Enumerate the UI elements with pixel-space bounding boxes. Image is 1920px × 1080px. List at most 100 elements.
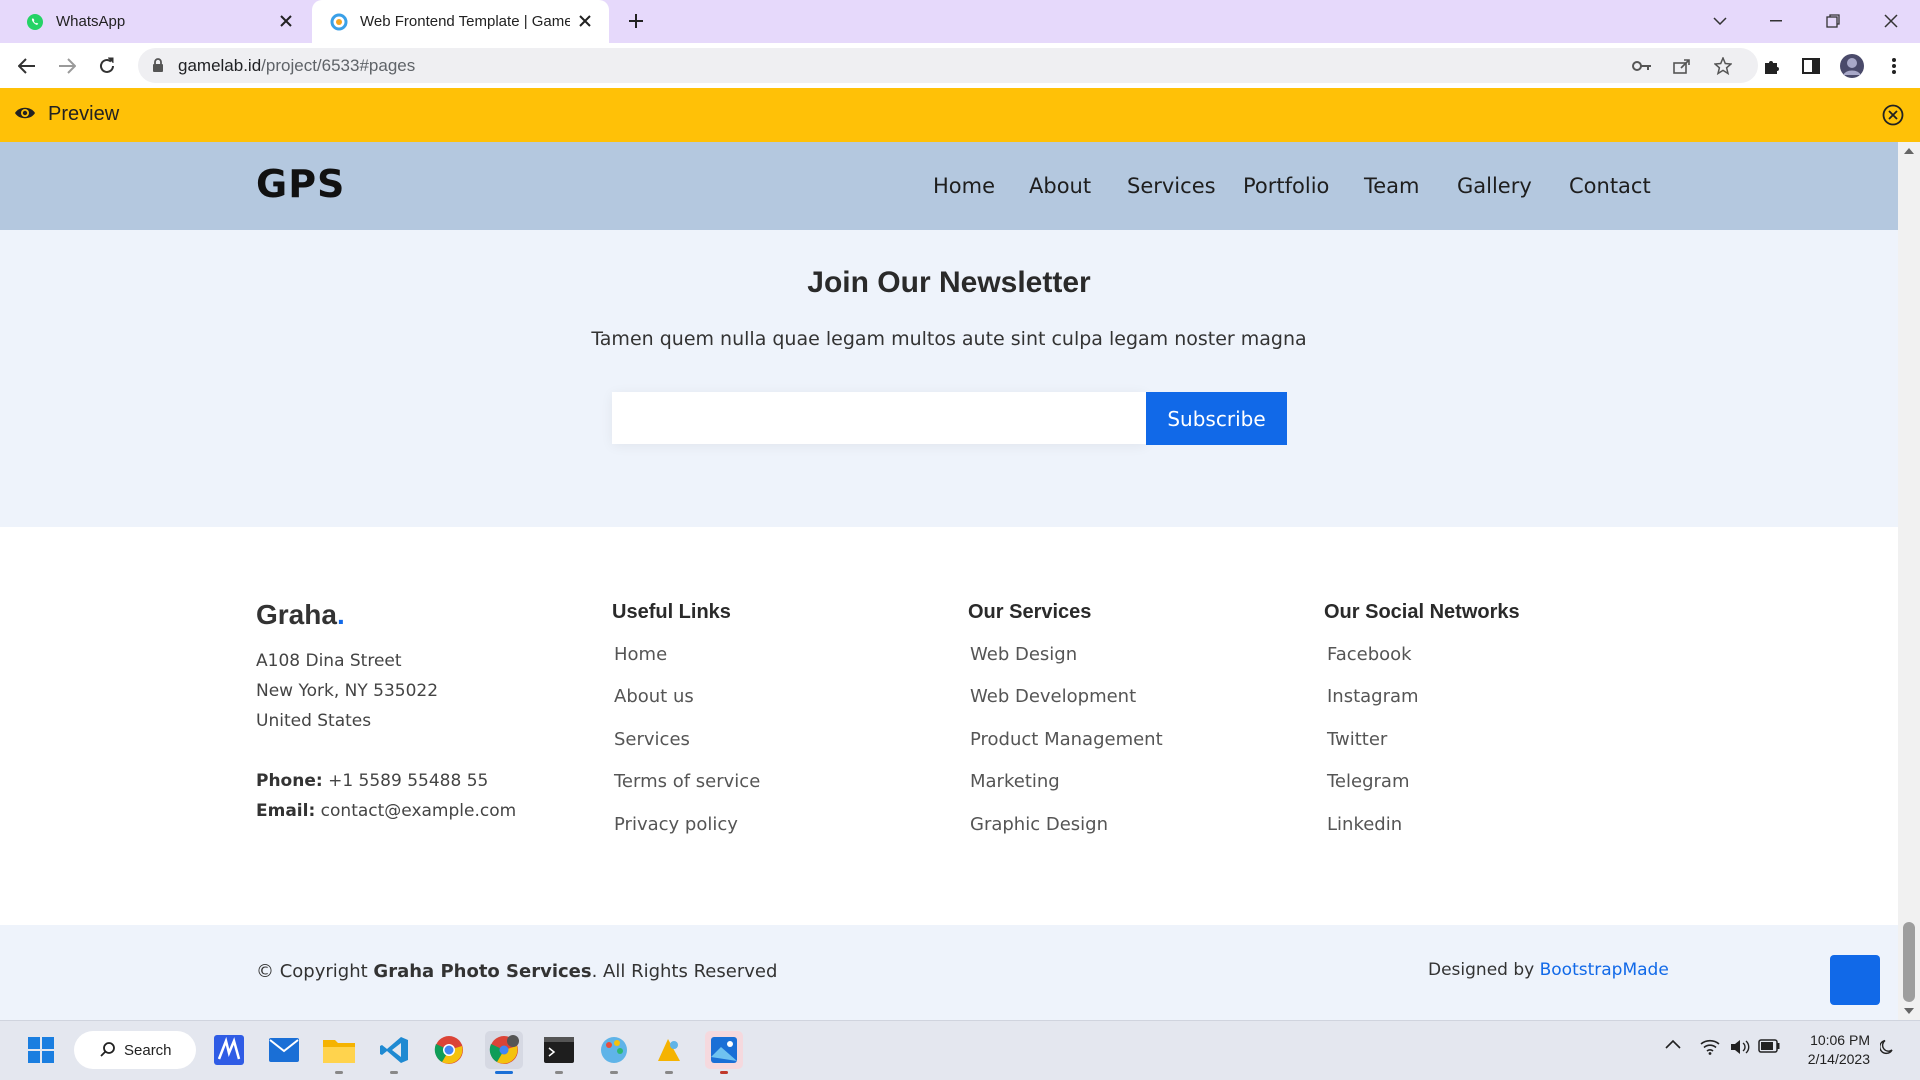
- tab-whatsapp[interactable]: WhatsApp: [0, 0, 310, 43]
- site-logo[interactable]: GPS: [256, 162, 345, 206]
- nav-home[interactable]: Home: [933, 174, 995, 198]
- address-bar[interactable]: gamelab.id/project/6533#pages: [138, 48, 1758, 83]
- footer-link[interactable]: Linkedin: [1327, 814, 1402, 835]
- battery-icon[interactable]: [1758, 1039, 1780, 1053]
- page-scrollbar[interactable]: [1898, 142, 1920, 1020]
- footer-top: Graha. A108 Dina Street New York, NY 535…: [0, 527, 1898, 925]
- footer-link[interactable]: About us: [614, 686, 694, 707]
- footer-link[interactable]: Privacy policy: [614, 814, 738, 835]
- subscribe-button[interactable]: Subscribe: [1146, 392, 1287, 445]
- mail-icon[interactable]: [265, 1031, 303, 1069]
- footer-link[interactable]: Graphic Design: [970, 814, 1108, 835]
- newsletter-email-input[interactable]: [612, 392, 1146, 444]
- taskbar: Search 10:06 PM 2/14/2023: [0, 1020, 1920, 1080]
- nav-contact[interactable]: Contact: [1569, 174, 1651, 198]
- chrome-icon[interactable]: [430, 1031, 468, 1069]
- newsletter-title: Join Our Newsletter: [807, 266, 1091, 299]
- social-networks-title: Our Social Networks: [1324, 601, 1520, 623]
- key-icon[interactable]: [1629, 53, 1655, 79]
- close-icon[interactable]: [276, 11, 296, 31]
- newsletter-section: Join Our Newsletter Tamen quem nulla qua…: [0, 230, 1898, 527]
- scrollbar-thumb[interactable]: [1903, 922, 1915, 1002]
- chevron-up-icon[interactable]: [1665, 1039, 1681, 1049]
- bookmark-star-icon[interactable]: [1710, 53, 1736, 79]
- menu-kebab-icon[interactable]: [1880, 52, 1908, 80]
- preview-banner: Preview: [0, 88, 1920, 142]
- snipping-tool-icon[interactable]: [705, 1031, 743, 1074]
- wifi-icon[interactable]: [1700, 1039, 1720, 1055]
- designer-link[interactable]: BootstrapMade: [1540, 960, 1669, 980]
- nav-portfolio[interactable]: Portfolio: [1243, 174, 1329, 198]
- chrome-profile-icon[interactable]: [485, 1031, 523, 1074]
- file-explorer-icon[interactable]: [320, 1031, 358, 1074]
- taskbar-search[interactable]: Search: [74, 1031, 196, 1069]
- close-window-icon[interactable]: [1876, 6, 1906, 36]
- do-not-disturb-icon[interactable]: [1880, 1039, 1896, 1055]
- footer-link[interactable]: Web Development: [970, 686, 1136, 707]
- lock-icon: [153, 58, 163, 72]
- footer-link[interactable]: Marketing: [970, 771, 1060, 792]
- windows-start-icon[interactable]: [22, 1031, 60, 1069]
- app-icon[interactable]: [210, 1031, 248, 1069]
- nav-services[interactable]: Services: [1127, 174, 1216, 198]
- tab-title: WhatsApp: [56, 13, 126, 30]
- profile-avatar[interactable]: [1838, 52, 1866, 80]
- search-icon: [100, 1042, 115, 1057]
- eye-icon: [15, 107, 35, 119]
- footer-link[interactable]: Terms of service: [614, 771, 760, 792]
- nav-about[interactable]: About: [1029, 174, 1091, 198]
- our-services-title: Our Services: [968, 601, 1092, 623]
- footer-link[interactable]: Services: [614, 729, 690, 750]
- restore-icon[interactable]: [1818, 6, 1848, 36]
- footer-link[interactable]: Telegram: [1327, 771, 1409, 792]
- useful-links-title: Useful Links: [612, 601, 731, 623]
- back-to-top-button[interactable]: [1830, 955, 1880, 1005]
- extensions-puzzle-icon[interactable]: [1758, 52, 1786, 80]
- newsletter-subtitle: Tamen quem nulla quae legam multos aute …: [591, 328, 1307, 350]
- designer-credit: Designed by BootstrapMade: [1428, 960, 1669, 980]
- side-panel-icon[interactable]: [1797, 52, 1825, 80]
- phone-line: Phone: +1 5589 55488 55: [256, 771, 489, 791]
- address-line: A108 Dina Street: [256, 651, 402, 671]
- url-text: gamelab.id/project/6533#pages: [178, 56, 416, 75]
- browser-toolbar: gamelab.id/project/6533#pages: [0, 43, 1920, 88]
- email-line: Email: contact@example.com: [256, 801, 517, 821]
- terminal-icon[interactable]: [540, 1031, 578, 1074]
- back-arrow-icon[interactable]: [13, 52, 41, 80]
- copyright-text: © Copyright Graha Photo Services. All Ri…: [256, 961, 778, 982]
- share-icon[interactable]: [1669, 53, 1695, 79]
- minimize-icon[interactable]: [1761, 6, 1791, 36]
- footer-link[interactable]: Twitter: [1327, 729, 1387, 750]
- preview-label: Preview: [48, 103, 120, 125]
- footer-link[interactable]: Instagram: [1327, 686, 1419, 707]
- footer-link[interactable]: Product Management: [970, 729, 1163, 750]
- system-clock[interactable]: 10:06 PM 2/14/2023: [1792, 1031, 1870, 1069]
- tab-title: Web Frontend Template | Gamelab: [360, 13, 570, 30]
- paint-app-icon[interactable]: [595, 1031, 633, 1074]
- footer-link[interactable]: Web Design: [970, 644, 1077, 665]
- footer-bottom: © Copyright Graha Photo Services. All Ri…: [0, 925, 1898, 1020]
- nav-gallery[interactable]: Gallery: [1457, 174, 1532, 198]
- reload-icon[interactable]: [93, 52, 121, 80]
- nav-team[interactable]: Team: [1364, 174, 1420, 198]
- address-line: United States: [256, 711, 372, 731]
- tab-gamelab[interactable]: Web Frontend Template | Gamelab: [312, 0, 609, 43]
- scroll-up-arrow-icon[interactable]: [1904, 148, 1914, 154]
- forward-arrow-icon[interactable]: [53, 52, 81, 80]
- page-viewport: GPS Home About Services Portfolio Team G…: [0, 142, 1898, 1020]
- footer-brand: Graha.: [256, 599, 345, 630]
- whatsapp-icon: [27, 13, 43, 30]
- footer-link[interactable]: Home: [614, 644, 667, 665]
- volume-icon[interactable]: [1730, 1039, 1750, 1055]
- vscode-icon[interactable]: [375, 1031, 413, 1074]
- address-line: New York, NY 535022: [256, 681, 439, 701]
- close-icon[interactable]: [575, 11, 595, 31]
- tab-search-chevron-icon[interactable]: [1705, 6, 1735, 36]
- scroll-down-arrow-icon[interactable]: [1904, 1008, 1914, 1014]
- new-tab-button[interactable]: [624, 9, 648, 33]
- browser-tab-strip: WhatsApp Web Frontend Template | Gamelab: [0, 0, 1920, 43]
- footer-link[interactable]: Facebook: [1327, 644, 1412, 665]
- close-preview-icon[interactable]: [1882, 104, 1904, 126]
- site-header: GPS Home About Services Portfolio Team G…: [0, 142, 1898, 230]
- photos-icon[interactable]: [650, 1031, 688, 1074]
